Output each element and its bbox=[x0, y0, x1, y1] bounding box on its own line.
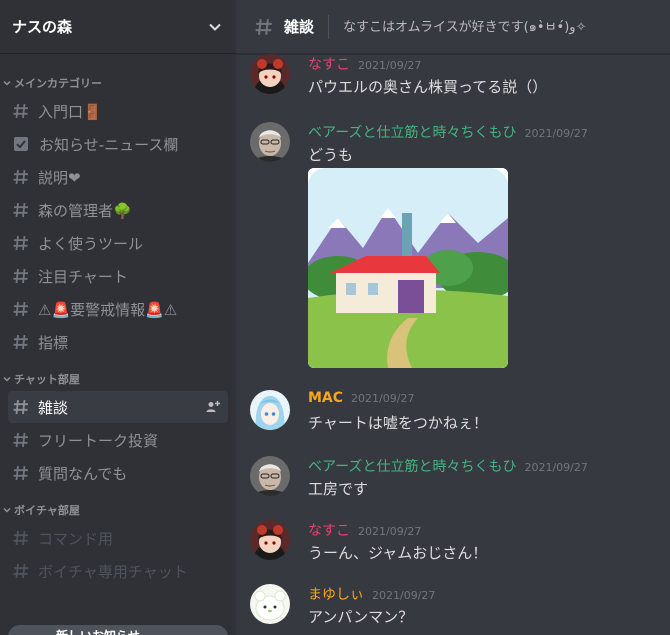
channel-header: 雑談 なすこはオムライスが好きです(๑•̀ㅂ•́)و✧ bbox=[236, 0, 670, 54]
channel-tools[interactable]: よく使うツール bbox=[8, 227, 228, 259]
channel-label: 森の管理者🌳 bbox=[38, 201, 132, 220]
username[interactable]: なすこ bbox=[308, 520, 350, 540]
channel-list: メインカテゴリー 入門口🚪 お知らせ-ニュース欄 説明❤ 森の管理者🌳 よく使う… bbox=[0, 54, 236, 587]
channel-questions[interactable]: 質問なんでも bbox=[8, 457, 228, 489]
category-chat[interactable]: チャット部屋 bbox=[0, 368, 236, 390]
category-voice[interactable]: ボイチャ部屋 bbox=[0, 499, 236, 521]
hash-icon bbox=[13, 465, 28, 481]
new-messages-label: 新しいお知らせ bbox=[56, 627, 140, 635]
username[interactable]: まゆしぃ bbox=[308, 584, 364, 604]
hash-icon bbox=[13, 334, 28, 350]
channel-label: フリートーク投資 bbox=[38, 431, 159, 450]
message-text: 工房です bbox=[308, 480, 369, 498]
channel-entrance[interactable]: 入門口🚪 bbox=[8, 95, 228, 127]
message-text: うーん、ジャムおじさん！ bbox=[308, 544, 488, 562]
timestamp: 2021/09/27 bbox=[524, 461, 588, 474]
channel-commands[interactable]: コマンド用 bbox=[8, 522, 228, 554]
channel-zatsudan[interactable]: 雑談 bbox=[8, 391, 228, 423]
channel-sidebar: ナスの森 メインカテゴリー 入門口🚪 お知らせ-ニュース欄 説明❤ 森の管理者🌳… bbox=[0, 0, 236, 635]
message-text: チャートは嘘をつかねぇ！ bbox=[308, 414, 488, 432]
channel-news[interactable]: お知らせ-ニュース欄 bbox=[8, 128, 228, 160]
avatar[interactable] bbox=[250, 390, 290, 430]
channel-charts[interactable]: 注目チャート bbox=[8, 260, 228, 292]
channel-label: 指標 bbox=[38, 333, 69, 352]
channel-label: ボイチャ専用チャット bbox=[38, 562, 188, 581]
chevron-down-icon[interactable] bbox=[208, 20, 222, 34]
category-label: チャット部屋 bbox=[14, 373, 80, 386]
message-text: アンパンマン？ bbox=[308, 608, 414, 626]
hash-icon bbox=[13, 235, 28, 251]
chevron-down-icon bbox=[3, 376, 11, 382]
hash-icon bbox=[13, 530, 28, 546]
message-text: パウエルの奥さん株買ってる説（） bbox=[308, 78, 548, 96]
chevron-down-icon bbox=[3, 80, 11, 86]
hash-icon bbox=[13, 301, 28, 317]
channel-label: 注目チャート bbox=[38, 267, 128, 286]
message-list[interactable]: なすこ 2021/09/27 パウエルの奥さん株買ってる説（） ベアーズと仕立筋… bbox=[236, 54, 670, 635]
timestamp: 2021/09/27 bbox=[351, 392, 415, 405]
hash-icon bbox=[255, 18, 272, 35]
server-name: ナスの森 bbox=[12, 18, 73, 36]
farmhouse-image bbox=[308, 168, 508, 368]
username[interactable]: ベアーズと仕立筋と時々ちくもひ bbox=[308, 122, 516, 142]
avatar[interactable] bbox=[250, 122, 290, 162]
channel-freetalk[interactable]: フリートーク投資 bbox=[8, 424, 228, 456]
channel-title: 雑談 bbox=[284, 18, 315, 36]
message-header: なすこ 2021/09/27 bbox=[308, 520, 421, 540]
category-label: メインカテゴリー bbox=[14, 77, 102, 90]
channel-topic[interactable]: なすこはオムライスが好きです(๑•̀ㅂ•́)و✧ bbox=[343, 16, 586, 37]
channel-label: 質問なんでも bbox=[38, 464, 128, 483]
hash-icon bbox=[13, 399, 28, 415]
message-header: なすこ 2021/09/27 bbox=[308, 54, 421, 74]
username[interactable]: なすこ bbox=[308, 54, 350, 74]
username[interactable]: ベアーズと仕立筋と時々ちくもひ bbox=[308, 456, 516, 476]
channel-alerts[interactable]: ⚠🚨要警戒情報🚨⚠ bbox=[8, 293, 228, 325]
chevron-down-icon bbox=[3, 507, 11, 513]
timestamp: 2021/09/27 bbox=[358, 525, 422, 538]
channel-description[interactable]: 説明❤ bbox=[8, 161, 228, 193]
hash-icon bbox=[13, 103, 28, 119]
chat-area: 雑談 なすこはオムライスが好きです(๑•̀ㅂ•́)و✧ なすこ 2021/09/… bbox=[236, 0, 670, 635]
channel-admins[interactable]: 森の管理者🌳 bbox=[8, 194, 228, 226]
message-header: ベアーズと仕立筋と時々ちくもひ 2021/09/27 bbox=[308, 456, 588, 476]
channel-label: ⚠🚨要警戒情報🚨⚠ bbox=[38, 300, 178, 319]
channel-label: 雑談 bbox=[38, 398, 69, 417]
hash-icon bbox=[13, 202, 28, 218]
channel-label: よく使うツール bbox=[38, 234, 144, 253]
channel-label: お知らせ-ニュース欄 bbox=[39, 135, 179, 154]
category-main[interactable]: メインカテゴリー bbox=[0, 72, 236, 94]
hash-icon bbox=[13, 563, 28, 579]
channel-label: コマンド用 bbox=[38, 529, 114, 548]
new-messages-bar[interactable]: 新しいお知らせ bbox=[8, 625, 228, 635]
hash-icon bbox=[13, 432, 28, 448]
server-header[interactable]: ナスの森 bbox=[0, 0, 236, 54]
timestamp: 2021/09/27 bbox=[358, 59, 422, 72]
channel-indicators[interactable]: 指標 bbox=[8, 326, 228, 358]
add-user-icon[interactable] bbox=[206, 400, 220, 414]
message-header: まゆしぃ 2021/09/27 bbox=[308, 584, 435, 604]
channel-label: 入門口🚪 bbox=[38, 102, 102, 121]
avatar[interactable] bbox=[250, 520, 290, 560]
hash-icon bbox=[13, 268, 28, 284]
header-divider bbox=[328, 14, 330, 39]
message-header: ベアーズと仕立筋と時々ちくもひ 2021/09/27 bbox=[308, 122, 588, 142]
message-header: MAC 2021/09/27 bbox=[308, 390, 414, 406]
category-label: ボイチャ部屋 bbox=[14, 504, 80, 517]
avatar[interactable] bbox=[250, 456, 290, 496]
channel-voice-chat[interactable]: ボイチャ専用チャット bbox=[8, 555, 228, 587]
hash-icon bbox=[13, 169, 28, 185]
timestamp: 2021/09/27 bbox=[524, 127, 588, 140]
timestamp: 2021/09/27 bbox=[372, 589, 436, 602]
checkbox-icon bbox=[14, 137, 28, 151]
channel-label: 説明❤ bbox=[38, 168, 81, 187]
message-text: どうも bbox=[308, 146, 354, 164]
avatar[interactable] bbox=[250, 584, 290, 624]
image-attachment[interactable] bbox=[308, 168, 508, 368]
avatar[interactable] bbox=[250, 54, 290, 94]
username[interactable]: MAC bbox=[308, 390, 343, 406]
